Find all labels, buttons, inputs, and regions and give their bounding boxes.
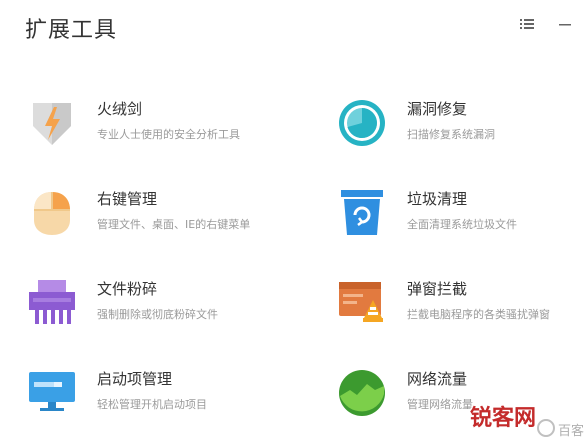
tool-startup-manager[interactable]: 启动项管理 轻松管理开机启动项目 xyxy=(27,368,297,428)
popup-block-icon xyxy=(337,278,387,328)
tool-name: 网络流量 xyxy=(407,370,468,388)
tool-name: 启动项管理 xyxy=(97,370,173,388)
tool-name: 垃圾清理 xyxy=(407,190,468,208)
tool-huorongjian[interactable]: 火绒剑 专业人士使用的安全分析工具 xyxy=(27,98,297,158)
tool-desc: 拦截电脑程序的各类骚扰弹窗 xyxy=(407,308,550,321)
sword-shield-icon xyxy=(27,98,77,148)
mouse-icon xyxy=(27,188,77,238)
trash-bin-icon xyxy=(337,188,387,238)
tool-desc: 轻松管理开机启动项目 xyxy=(97,398,207,411)
watermark-icon xyxy=(537,419,555,437)
tool-name: 弹窗拦截 xyxy=(407,280,468,298)
tool-popup-blocker[interactable]: 弹窗拦截 拦截电脑程序的各类骚扰弹窗 xyxy=(337,278,588,338)
tool-vulnerability-repair[interactable]: 漏洞修复 扫描修复系统漏洞 xyxy=(337,98,588,158)
vulnerability-repair-icon xyxy=(337,98,387,148)
tool-desc: 扫描修复系统漏洞 xyxy=(407,128,495,141)
tool-desc: 全面清理系统垃圾文件 xyxy=(407,218,517,231)
tool-junk-cleaner[interactable]: 垃圾清理 全面清理系统垃圾文件 xyxy=(337,188,588,248)
file-shredder-icon xyxy=(27,278,77,328)
tools-grid: 火绒剑 专业人士使用的安全分析工具 漏洞修复 扫描修复系统漏洞 右键管理 管理文… xyxy=(0,0,588,446)
tool-right-click-manager[interactable]: 右键管理 管理文件、桌面、IE的右键菜单 xyxy=(27,188,297,248)
tool-file-shredder[interactable]: 文件粉碎 强制删除或彻底粉碎文件 xyxy=(27,278,297,338)
watermark-sub: 百客 xyxy=(558,424,585,439)
tool-desc: 专业人士使用的安全分析工具 xyxy=(97,128,240,141)
network-traffic-icon xyxy=(337,368,387,418)
watermark-brand: 锐客网 xyxy=(470,406,537,431)
tool-name: 文件粉碎 xyxy=(97,280,158,298)
watermark: 锐客网 百客 xyxy=(436,398,586,440)
monitor-icon xyxy=(27,368,77,418)
tool-name: 火绒剑 xyxy=(97,100,143,118)
tool-desc: 强制删除或彻底粉碎文件 xyxy=(97,308,218,321)
tool-desc: 管理文件、桌面、IE的右键菜单 xyxy=(97,218,251,231)
tool-name: 右键管理 xyxy=(97,190,158,208)
tool-name: 漏洞修复 xyxy=(407,100,468,118)
